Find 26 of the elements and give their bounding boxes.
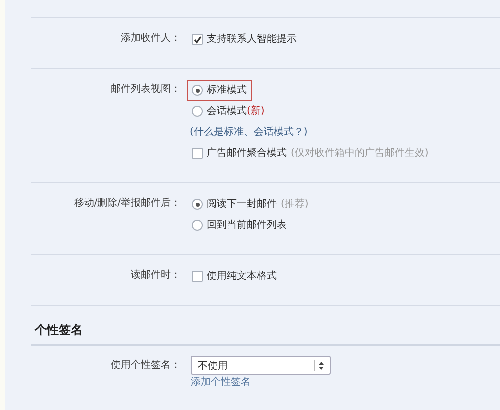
setting-label: 移动/删除/举报邮件后： <box>73 196 181 211</box>
checkbox[interactable] <box>192 34 203 45</box>
checkbox-label: 广告邮件聚合模式 <box>207 146 287 161</box>
section-heading: 个性签名 <box>31 322 500 346</box>
radio-label: 会话模式(新) <box>207 104 265 119</box>
radio-label: 标准模式 <box>207 84 247 98</box>
option-note: (推荐) <box>281 198 309 212</box>
setting-label: 添加收件人： <box>120 32 181 46</box>
radio-button[interactable] <box>192 199 203 210</box>
checkbox-label: 支持联系人智能提示 <box>207 32 297 47</box>
add-signature-link[interactable]: 添加个性签名 <box>191 375 251 391</box>
setting-label: 邮件列表视图： <box>110 82 181 97</box>
help-link[interactable]: (什么是标准、会话模式？) <box>190 122 308 143</box>
checkbox[interactable] <box>192 271 203 282</box>
radio-button[interactable] <box>192 85 203 96</box>
checkbox-label: 使用纯文本格式 <box>207 270 277 284</box>
signature-select[interactable]: 不使用 <box>191 356 331 375</box>
sort-arrows-icon <box>319 362 324 370</box>
radio-label: 回到当前邮件列表 <box>207 218 287 233</box>
setting-label: 读邮件时： <box>130 268 181 283</box>
radio-label: 阅读下一封邮件 <box>207 198 277 212</box>
radio-button[interactable] <box>192 220 203 231</box>
option-note: (仅对收件箱中的广告邮件生效) <box>291 146 429 161</box>
setting-label: 使用个性签名： <box>110 358 181 373</box>
checkbox[interactable] <box>192 148 203 159</box>
radio-button[interactable] <box>192 106 203 117</box>
